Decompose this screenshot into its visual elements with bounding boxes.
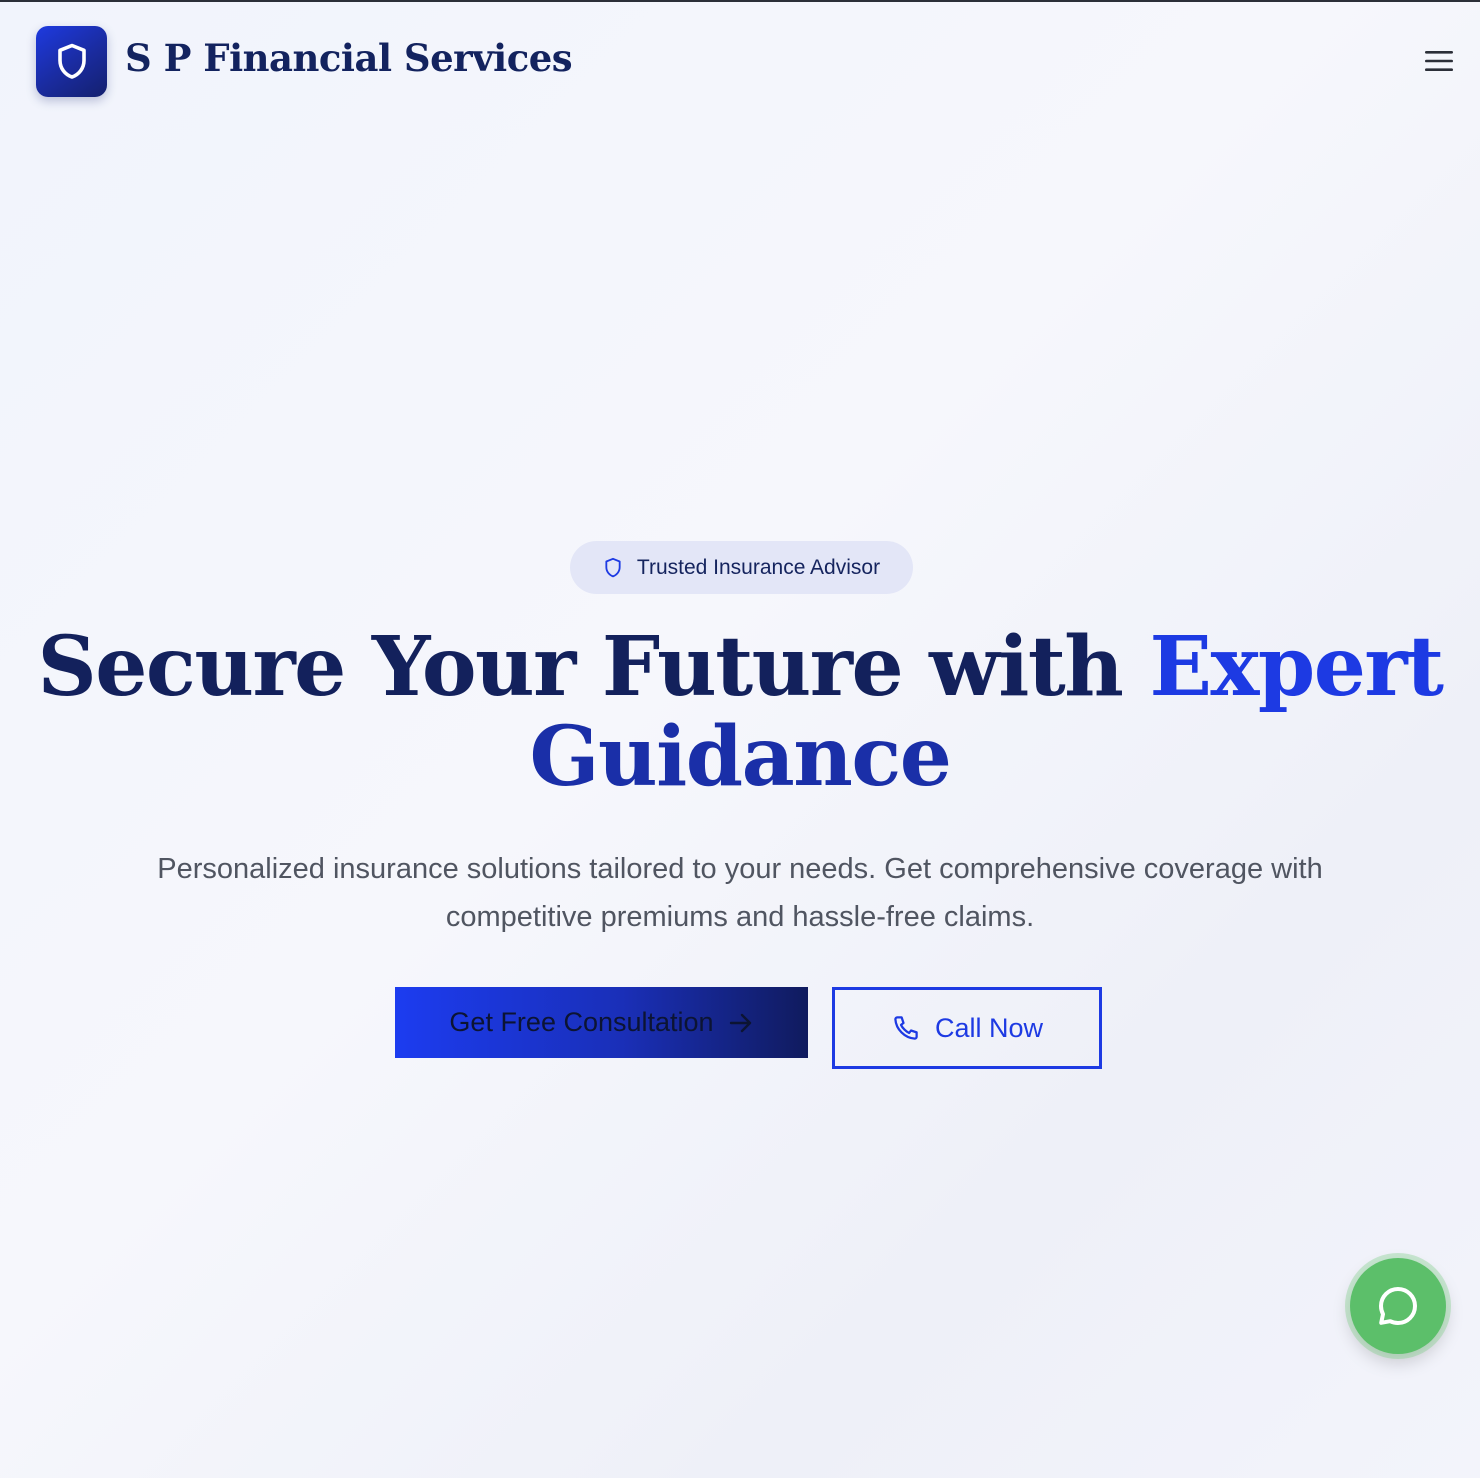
hero-title-main: Secure Your Future with [37, 619, 1150, 715]
get-free-consultation-button[interactable]: Get Free Consultation [395, 987, 808, 1058]
arrow-right-icon [729, 1013, 751, 1032]
chat-button[interactable] [1350, 1258, 1446, 1354]
trusted-badge: Trusted Insurance Advisor [570, 541, 913, 594]
phone-icon [894, 1016, 918, 1040]
call-now-button[interactable]: Call Now [832, 987, 1102, 1069]
logo[interactable] [36, 26, 107, 97]
hero-title-accent: Expert [1149, 619, 1443, 715]
hero-title-accent-2: Guidance [529, 709, 952, 805]
hero-title: Secure Your Future with Expert Guidance [0, 622, 1480, 802]
shield-icon [605, 557, 621, 577]
site-header: S P Financial Services [0, 0, 1480, 120]
hero-subtitle: Personalized insurance solutions tailore… [157, 853, 1323, 933]
hamburger-menu-icon [1425, 51, 1453, 71]
menu-button[interactable] [1418, 44, 1460, 78]
get-free-consultation-label: Get Free Consultation [449, 1007, 714, 1037]
shield-icon [57, 43, 86, 79]
badge-label: Trusted Insurance Advisor [636, 555, 881, 579]
chat-bubble-icon [1379, 1287, 1417, 1325]
brand-name[interactable]: S P Financial Services [125, 36, 573, 80]
call-now-label: Call Now [934, 1012, 1044, 1043]
